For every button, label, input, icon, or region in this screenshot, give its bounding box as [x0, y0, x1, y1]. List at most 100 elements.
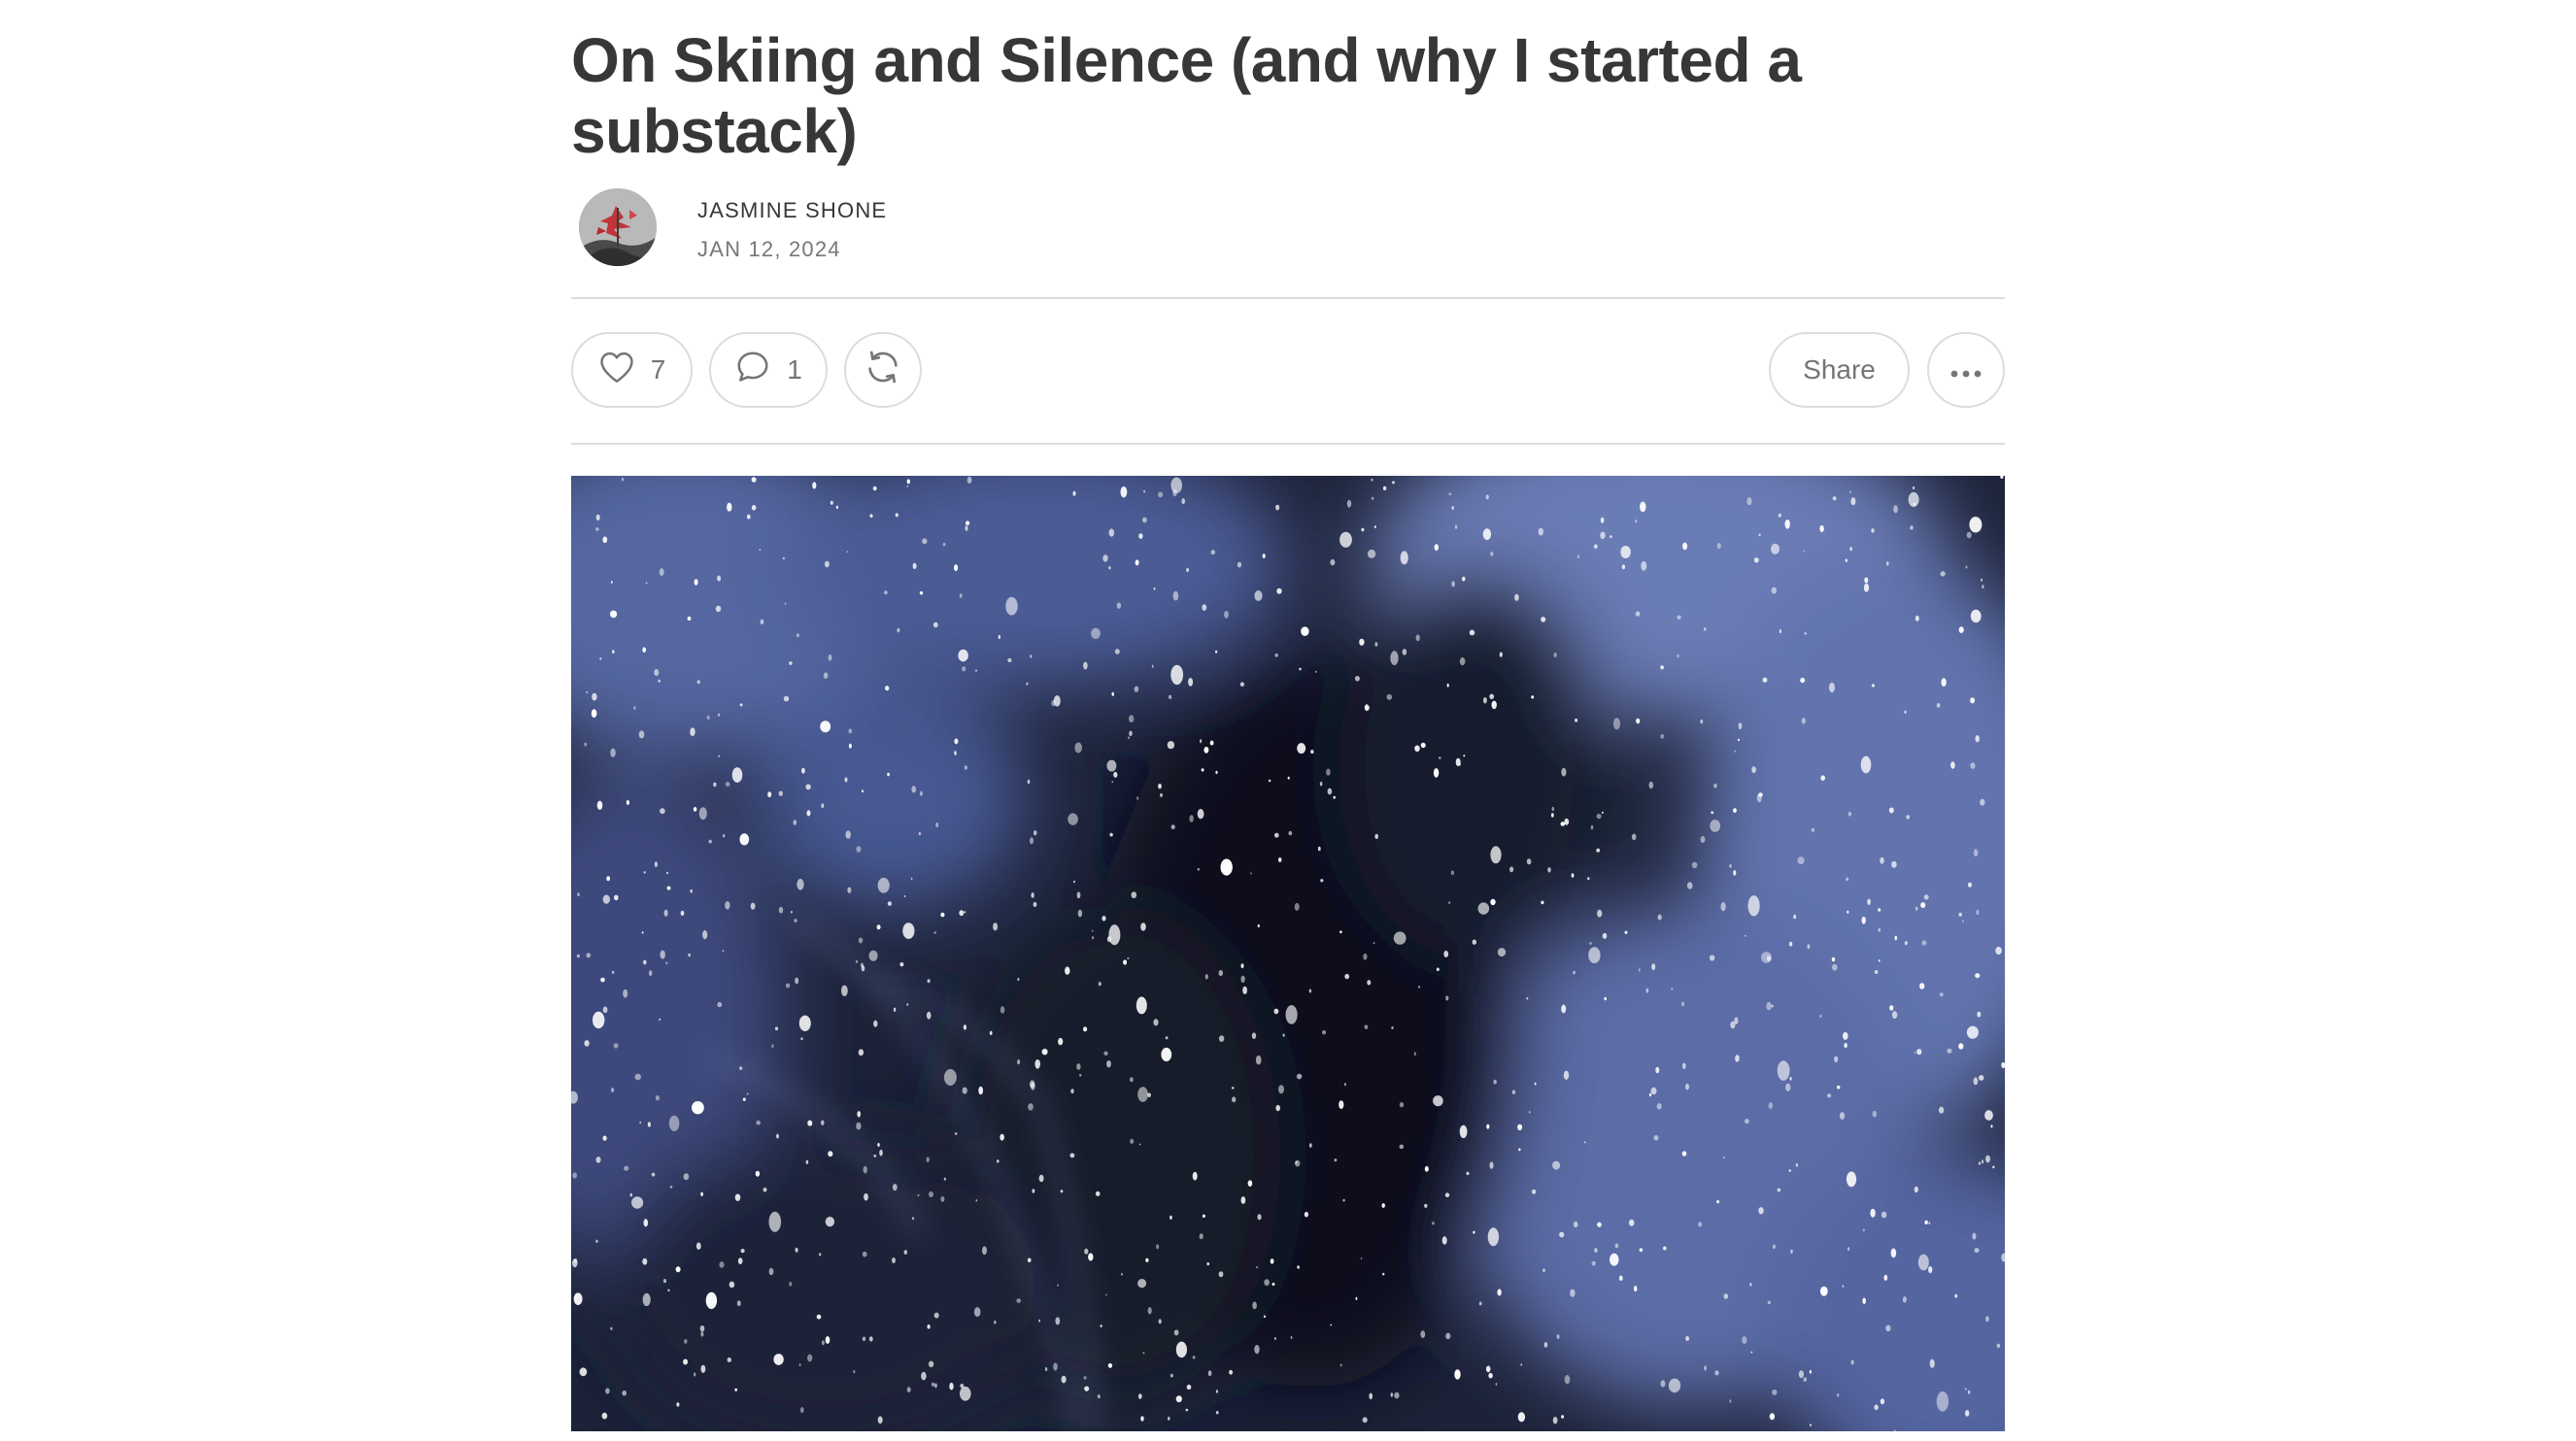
snowflake — [1333, 795, 1336, 799]
snowflake — [1165, 1036, 1169, 1040]
snowflake — [994, 1320, 997, 1324]
snowflake — [1871, 684, 1875, 687]
snowflake — [1685, 1336, 1689, 1341]
snowflake — [1885, 1324, 1891, 1332]
snowflake — [1650, 1087, 1657, 1095]
avatar[interactable] — [579, 188, 657, 266]
snowflake — [1262, 553, 1266, 558]
snowflake — [572, 1172, 577, 1179]
author-name[interactable]: JASMINE SHONE — [697, 198, 887, 223]
more-options-button[interactable] — [1927, 332, 2005, 408]
snowflake — [1240, 963, 1244, 969]
snowflake — [1060, 1190, 1064, 1193]
snowflake — [844, 777, 848, 783]
snowflake — [927, 1324, 931, 1329]
snowflake — [1691, 861, 1698, 869]
snowflake — [1026, 682, 1029, 686]
snowflake — [1758, 533, 1761, 537]
snowflake — [906, 1003, 909, 1006]
snowflake — [1587, 877, 1590, 881]
snowflake — [1186, 567, 1190, 573]
hero-image[interactable] — [571, 476, 2005, 1431]
snowflake — [696, 680, 700, 685]
snowflake — [1140, 922, 1146, 931]
snowflake — [897, 627, 900, 633]
snowflake — [610, 748, 616, 757]
snowflake — [784, 602, 787, 605]
snowflake — [642, 1257, 648, 1265]
snowflake — [1142, 517, 1147, 523]
snowflake — [1886, 561, 1889, 566]
share-button[interactable]: Share — [1769, 332, 1910, 408]
snowflake — [1779, 629, 1782, 634]
snowflake — [1169, 1215, 1172, 1220]
snowflake — [1364, 704, 1370, 712]
snowflake — [1978, 1075, 1984, 1081]
snowflake — [654, 669, 660, 676]
snowflake — [1936, 703, 1941, 708]
snowflake — [1106, 936, 1112, 943]
snowflake — [1102, 916, 1106, 922]
snowflake — [1076, 1063, 1081, 1070]
snowflake — [1076, 891, 1081, 899]
snowflake — [1929, 1358, 1935, 1368]
snowflake — [643, 871, 646, 874]
snowflake — [1209, 740, 1214, 746]
snowflake — [642, 647, 647, 653]
restack-button[interactable] — [844, 332, 922, 408]
snowflake — [1804, 632, 1807, 635]
snowflake — [1130, 1077, 1134, 1083]
snowflake — [600, 977, 605, 983]
snowflake — [1490, 552, 1494, 556]
snowflake — [877, 1416, 883, 1424]
snowflake — [1847, 1247, 1850, 1251]
snowflake — [669, 1186, 673, 1189]
snowflake — [1242, 986, 1247, 994]
snowflake — [847, 887, 852, 893]
comment-button[interactable]: 1 — [709, 332, 828, 408]
snowflake — [1106, 1060, 1111, 1068]
snowflake — [736, 1300, 741, 1307]
snowflake — [614, 894, 619, 901]
snowflake — [1084, 1248, 1089, 1255]
snowflake — [1100, 1324, 1102, 1327]
snowflake — [1274, 653, 1278, 657]
snowflake — [1220, 858, 1233, 876]
snowflake — [1229, 1369, 1234, 1375]
snowflake — [1215, 1411, 1219, 1415]
snowflake — [1264, 1279, 1270, 1287]
snowflake — [1966, 531, 1972, 539]
snowflake — [1797, 856, 1805, 865]
snowflake — [658, 679, 661, 683]
snowflake — [572, 1258, 578, 1268]
snowflake — [1588, 947, 1601, 964]
snowflake — [1088, 1253, 1094, 1261]
snowflake — [1904, 710, 1907, 714]
snowflake — [1571, 873, 1575, 878]
snowflake — [727, 1357, 731, 1362]
snowflake — [1620, 546, 1631, 558]
snowflake — [1079, 1073, 1082, 1077]
snowflake — [1867, 898, 1871, 905]
snowflake — [579, 1367, 588, 1377]
snowflake — [778, 790, 783, 796]
snowflake — [1596, 814, 1602, 820]
snowflake — [612, 650, 615, 654]
snowflake — [1668, 1378, 1681, 1393]
ellipsis-icon — [1949, 354, 1983, 385]
like-button[interactable]: 7 — [571, 332, 693, 408]
snowflake — [1970, 609, 1982, 623]
snowflake — [932, 621, 938, 628]
snowflake — [1472, 939, 1476, 945]
snowflake — [1232, 1096, 1237, 1103]
snowflake — [1800, 677, 1806, 684]
snowflake — [1784, 519, 1790, 529]
snowflake — [1330, 558, 1336, 566]
snowflake — [1969, 517, 1983, 533]
snowflake — [750, 902, 756, 910]
snowflake — [1278, 1085, 1284, 1094]
snowflake — [1839, 1112, 1846, 1120]
snowflake — [1920, 902, 1926, 909]
snowflake — [1849, 490, 1851, 494]
snowflake — [1531, 695, 1535, 699]
